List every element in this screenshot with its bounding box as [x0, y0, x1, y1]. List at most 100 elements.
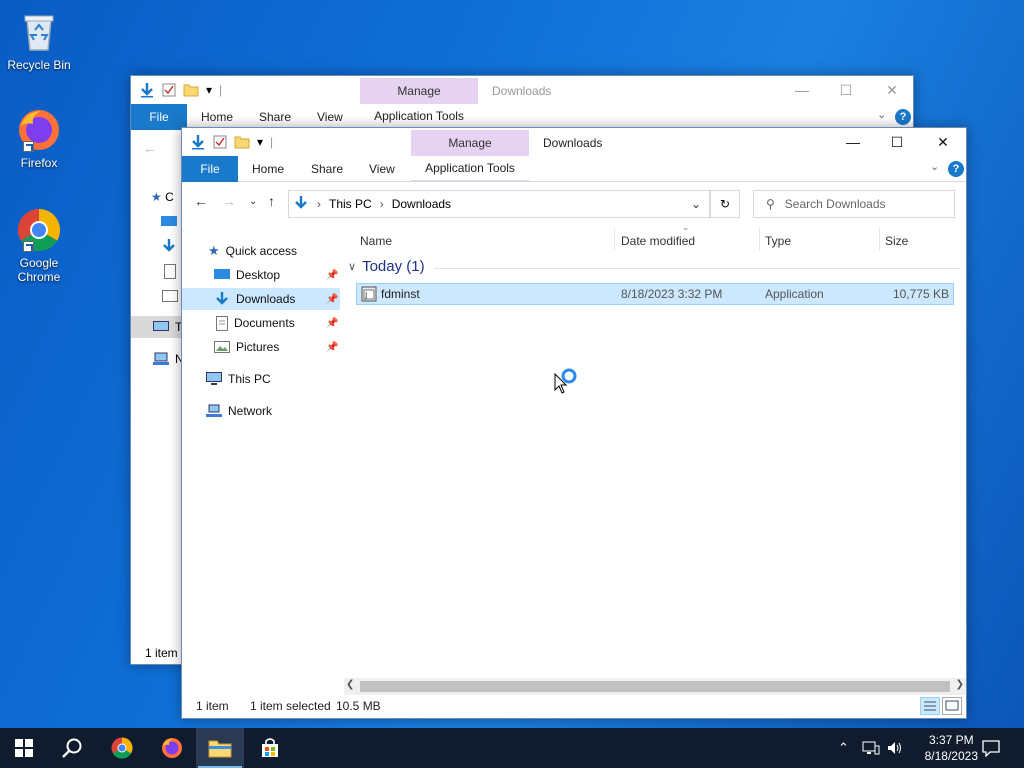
- customize-qat-icon[interactable]: ▾: [256, 134, 264, 150]
- desktop-icon-chrome[interactable]: Google Chrome: [4, 206, 74, 284]
- tab-view[interactable]: View: [369, 156, 395, 182]
- tab-share[interactable]: Share: [311, 156, 343, 182]
- recent-locations-chevron-icon[interactable]: ⌄: [249, 196, 257, 207]
- chevron-down-icon[interactable]: ⌄: [877, 108, 886, 121]
- download-arrow-icon: [293, 195, 309, 214]
- large-icons-view-icon: [945, 700, 959, 711]
- pin-icon[interactable]: 📌: [326, 270, 338, 281]
- details-view-button[interactable]: [920, 697, 940, 715]
- forward-arrow-icon[interactable]: →: [222, 193, 236, 209]
- desktop-small-icon: [161, 216, 177, 231]
- customize-qat-icon[interactable]: ▾: [205, 82, 213, 98]
- clock-time: 3:37 PM: [928, 733, 974, 747]
- download-arrow-icon[interactable]: [190, 134, 206, 150]
- sidebar-item-downloads[interactable]: Downloads: [182, 288, 340, 310]
- maximize-button[interactable]: ☐: [874, 128, 920, 156]
- title-bar[interactable]: ▾ | Manage Application Tools Downloads —…: [182, 128, 966, 182]
- chevron-down-icon[interactable]: ⌄: [930, 160, 939, 173]
- ribbon-tabs: File Home Share View ⌄ ?: [182, 156, 966, 182]
- sidebar-item-label: Downloads: [236, 292, 296, 306]
- new-folder-icon[interactable]: [183, 82, 199, 98]
- chevron-up-icon: ⌃: [838, 740, 849, 755]
- status-selected: 1 item selected: [250, 699, 331, 713]
- refresh-button[interactable]: ↻: [710, 190, 740, 218]
- table-row[interactable]: J fdminst 8/18/2023 3:32 PM Application …: [356, 283, 954, 305]
- taskbar-firefox[interactable]: [148, 728, 196, 768]
- column-header-size[interactable]: Size: [885, 228, 908, 254]
- sidebar-item-quick-access[interactable]: ★ Quick access: [208, 240, 297, 262]
- properties-icon[interactable]: [161, 82, 177, 98]
- maximize-button[interactable]: ☐: [823, 76, 869, 104]
- nav-partial-item[interactable]: N: [153, 352, 184, 366]
- chrome-icon: [111, 737, 133, 759]
- up-arrow-icon[interactable]: ↑: [268, 193, 275, 209]
- sidebar-item-documents[interactable]: Documents: [216, 312, 295, 334]
- network-tray-button[interactable]: [862, 728, 880, 768]
- tab-file[interactable]: File: [182, 156, 238, 182]
- pin-icon[interactable]: 📌: [326, 342, 338, 353]
- help-icon[interactable]: ?: [895, 109, 911, 125]
- download-arrow-icon[interactable]: [139, 82, 155, 98]
- shortcut-arrow-icon: [23, 241, 34, 252]
- desktop-icon-label: Google Chrome: [17, 256, 61, 284]
- large-icons-view-button[interactable]: [942, 697, 962, 715]
- tab-home[interactable]: Home: [252, 156, 284, 182]
- back-arrow-icon[interactable]: ←: [194, 193, 208, 209]
- column-header-name[interactable]: Name: [360, 228, 392, 254]
- column-header-type[interactable]: Type: [765, 228, 791, 254]
- file-type: Application: [765, 287, 824, 301]
- sidebar-item-label: Quick access: [225, 244, 298, 258]
- column-header-date-modified[interactable]: Date modified: [621, 228, 695, 254]
- taskbar-microsoft-store[interactable]: [246, 728, 294, 768]
- minimize-button[interactable]: —: [779, 76, 825, 104]
- breadcrumb-downloads[interactable]: Downloads: [392, 197, 451, 211]
- taskbar-chrome[interactable]: [98, 728, 146, 768]
- taskbar-file-explorer[interactable]: [196, 728, 244, 768]
- column-divider[interactable]: [614, 228, 615, 250]
- show-hidden-icons-button[interactable]: ⌃: [838, 728, 849, 768]
- nav-partial-item[interactable]: ★ C: [151, 190, 174, 204]
- scrollbar-thumb[interactable]: [360, 681, 950, 692]
- sidebar-item-pictures[interactable]: Pictures: [214, 336, 279, 358]
- action-center-button[interactable]: [982, 728, 1000, 768]
- search-button[interactable]: [48, 728, 96, 768]
- column-divider[interactable]: [879, 228, 880, 250]
- properties-icon[interactable]: [212, 134, 228, 150]
- clock[interactable]: 3:37 PM 8/18/2023: [925, 732, 978, 764]
- pin-icon[interactable]: 📌: [326, 318, 338, 329]
- new-folder-icon[interactable]: [234, 134, 250, 150]
- volume-tray-button[interactable]: [886, 728, 904, 768]
- minimize-button[interactable]: —: [830, 128, 876, 156]
- address-bar[interactable]: › This PC › Downloads ⌄: [288, 190, 710, 218]
- front-explorer-window[interactable]: ▾ | Manage Application Tools Downloads —…: [181, 127, 967, 719]
- sidebar-item-network[interactable]: Network: [206, 400, 272, 422]
- back-arrow-icon[interactable]: ←: [143, 140, 157, 156]
- help-icon[interactable]: ?: [948, 161, 964, 177]
- column-divider[interactable]: [759, 228, 760, 250]
- pin-icon[interactable]: 📌: [326, 294, 338, 305]
- window-title: Downloads: [543, 136, 603, 150]
- shortcut-arrow-icon: [23, 141, 34, 152]
- breadcrumb-this-pc[interactable]: This PC: [329, 197, 372, 211]
- status-item-count: 1 item: [145, 646, 178, 660]
- address-dropdown-chevron-icon[interactable]: ⌄: [691, 197, 701, 211]
- sidebar-item-label: Network: [228, 404, 273, 418]
- title-bar[interactable]: ▾ | Manage Application Tools Downloads —…: [131, 76, 913, 130]
- document-icon: [216, 315, 228, 331]
- quick-access-toolbar: ▾ |: [139, 82, 222, 98]
- scroll-left-icon[interactable]: ❮: [346, 679, 354, 690]
- close-button[interactable]: ✕: [920, 128, 966, 156]
- search-input[interactable]: ⚲ Search Downloads: [753, 190, 955, 218]
- desktop-icon-firefox[interactable]: Firefox: [4, 106, 74, 170]
- scroll-right-icon[interactable]: ❯: [956, 679, 964, 690]
- group-header-today[interactable]: ∨ Today (1): [348, 258, 425, 275]
- tab-file[interactable]: File: [131, 104, 187, 130]
- start-button[interactable]: [0, 728, 48, 768]
- firefox-icon: [162, 738, 182, 758]
- desktop-icon-recycle-bin[interactable]: Recycle Bin: [4, 8, 74, 72]
- network-icon: [206, 404, 222, 417]
- sidebar-item-this-pc[interactable]: This PC: [206, 368, 271, 390]
- close-button[interactable]: ✕: [869, 76, 913, 104]
- horizontal-scrollbar[interactable]: ❮ ❯: [344, 678, 966, 695]
- sidebar-item-desktop[interactable]: Desktop: [214, 264, 280, 286]
